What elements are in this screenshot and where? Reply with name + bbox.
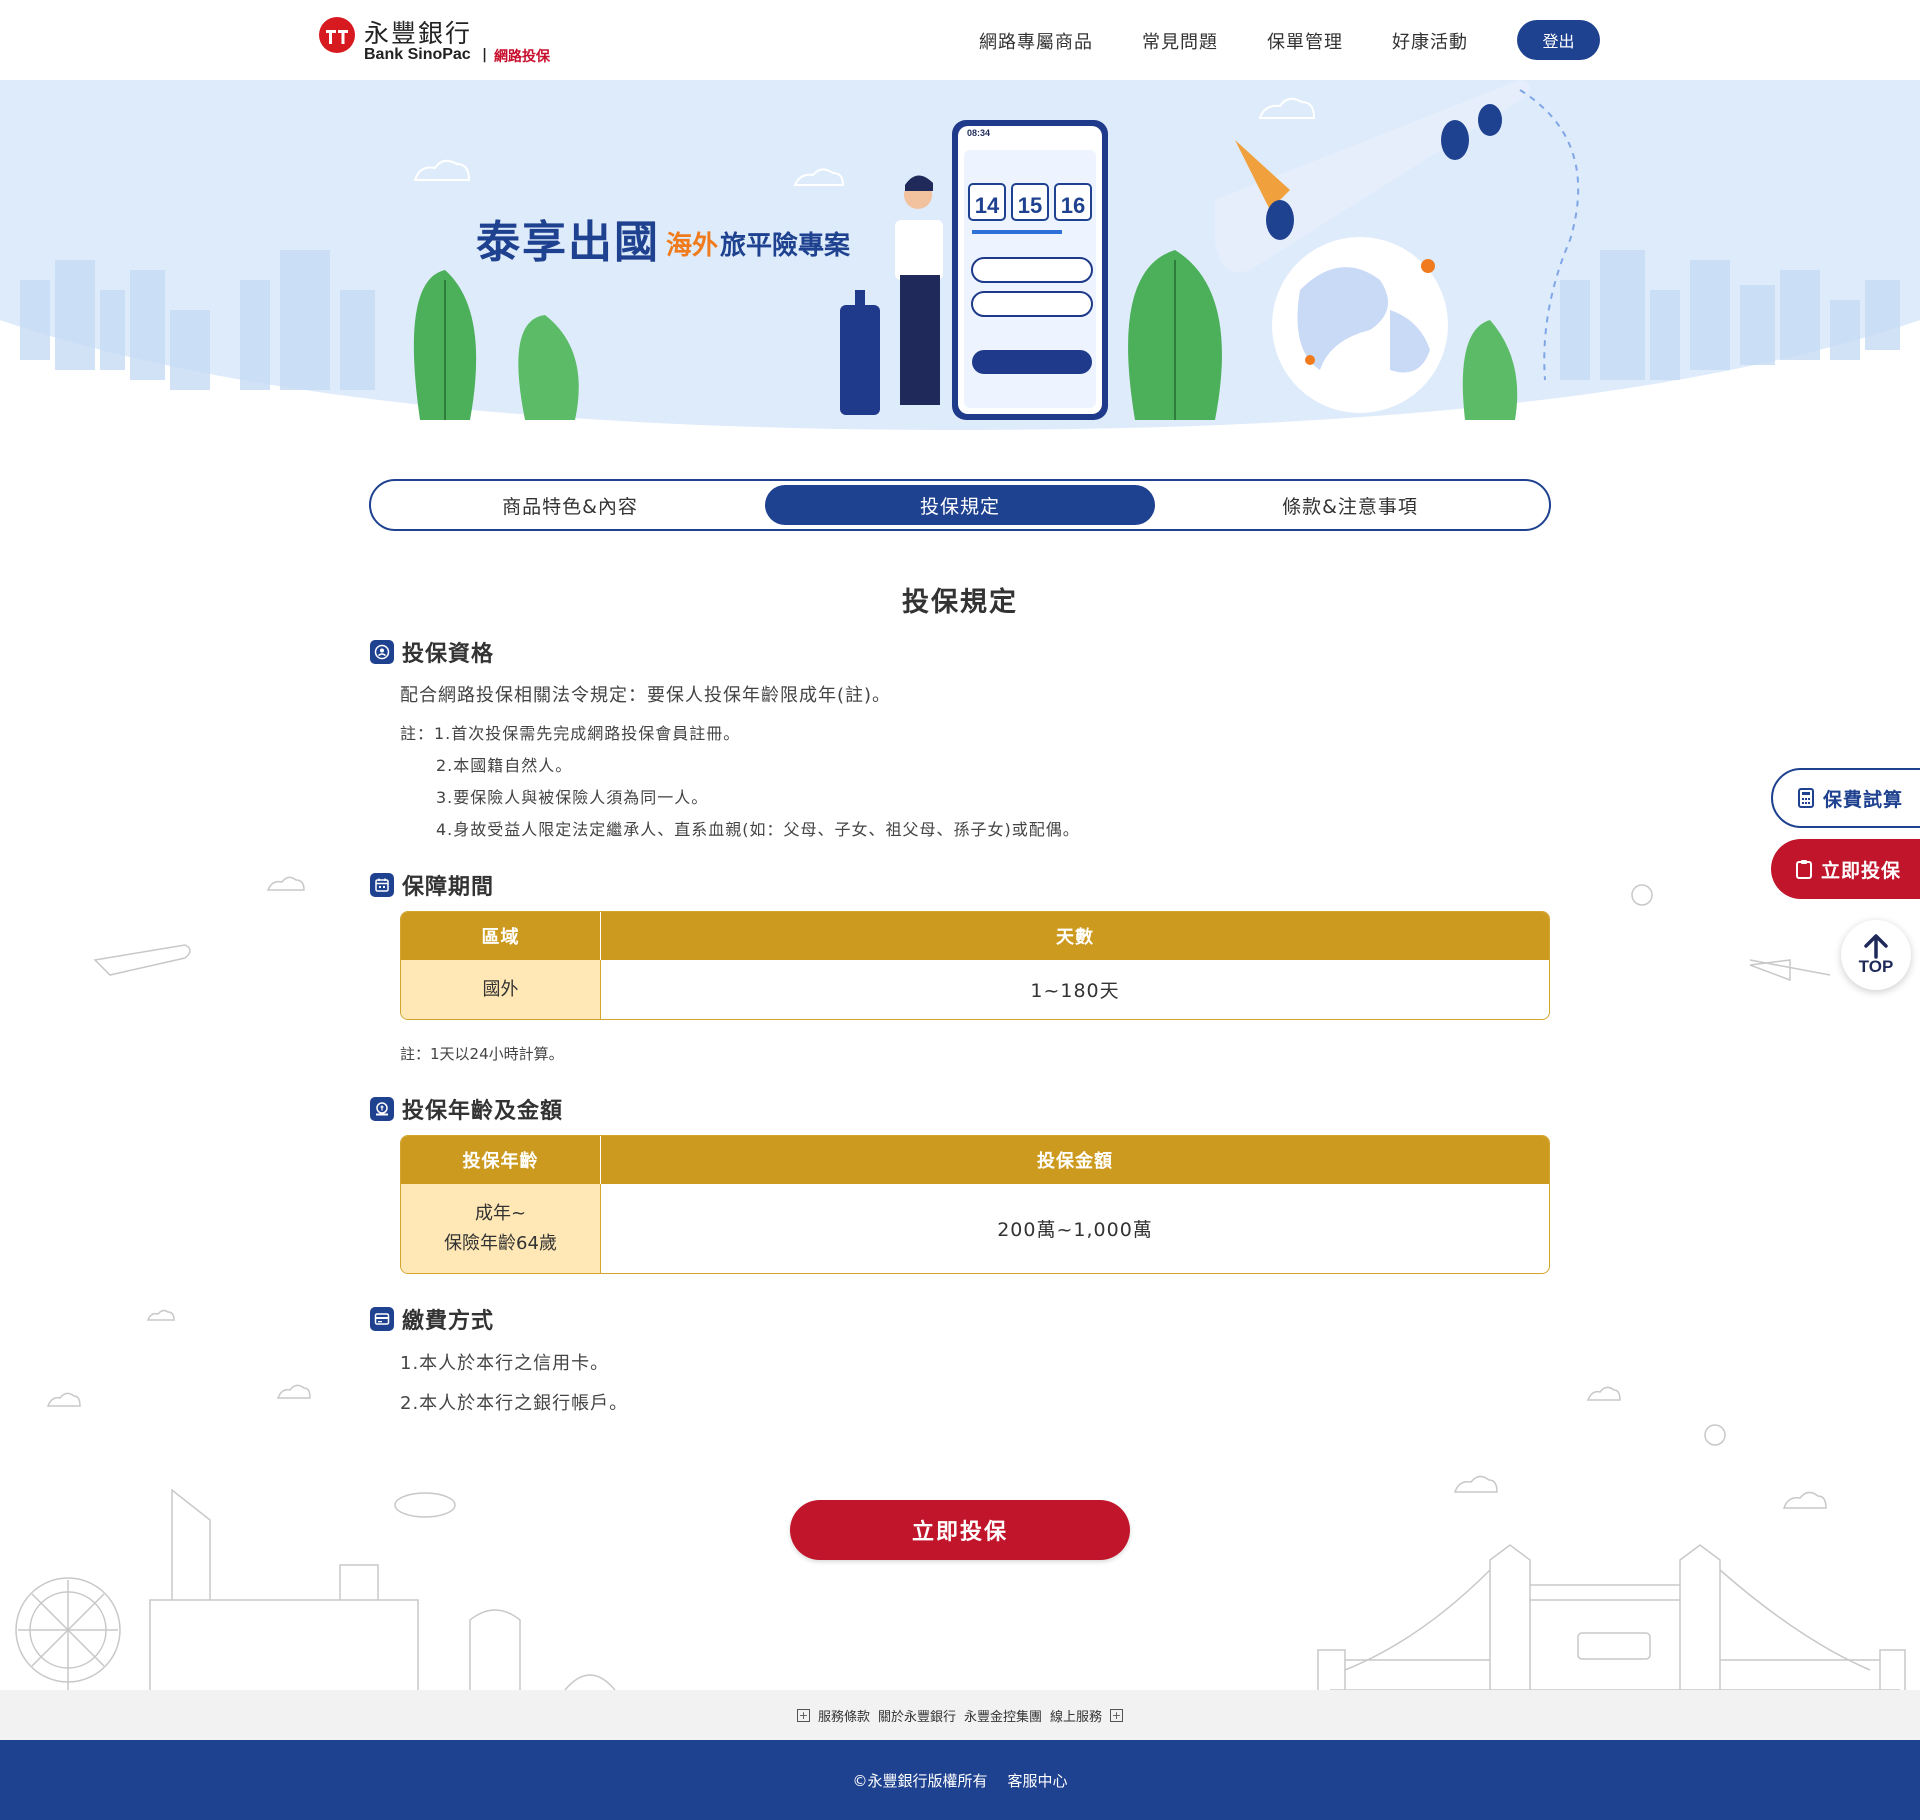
section-eligibility-header: 投保資格	[370, 638, 495, 667]
table-cell-age: 成年~ 保險年齡64歲	[401, 1184, 601, 1273]
logout-button[interactable]: 登出	[1517, 20, 1600, 60]
top-label: TOP	[1858, 957, 1894, 976]
eligibility-note: 3.要保險人與被保險人須為同一人。	[436, 788, 709, 807]
nav-online-products[interactable]: 網路專屬商品	[979, 28, 1093, 54]
section-period-header: 保障期間	[370, 871, 495, 900]
eligibility-note: 註：1.首次投保需先完成網路投保會員註冊。	[400, 724, 741, 743]
table-row: 成年~ 保險年齡64歲 200萬~1,000萬	[401, 1184, 1549, 1273]
person-icon	[370, 640, 394, 664]
calendar-day: 15	[1017, 193, 1043, 218]
age-line: 保險年齡64歲	[444, 1232, 557, 1254]
phone-time: 08:34	[967, 128, 991, 138]
premium-calculator-button[interactable]: 保費試算	[1771, 768, 1920, 828]
coverage-period-table: 區域 天數 國外 1~180天	[400, 911, 1550, 1020]
table-header-cell: 投保年齡	[401, 1136, 601, 1184]
table-header-cell: 區域	[401, 912, 601, 960]
side-apply-button[interactable]: 立即投保	[1771, 839, 1920, 899]
footer-link-online-service[interactable]: 線上服務	[1050, 1706, 1102, 1725]
footer-links: + 服務條款 關於永豐銀行 永豐金控集團 線上服務 +	[0, 1690, 1920, 1740]
tab-rules[interactable]: 投保規定	[765, 485, 1155, 525]
nav-faq[interactable]: 常見問題	[1142, 28, 1218, 54]
payment-method-item: 2.本人於本行之銀行帳戶。	[400, 1393, 629, 1414]
clipboard-icon	[1796, 860, 1812, 879]
period-note: 註：1天以24小時計算。	[400, 1045, 564, 1063]
table-header-row: 區域 天數	[401, 912, 1549, 960]
side-button-label: 立即投保	[1821, 859, 1902, 882]
site-header: 永豐銀行 Bank SinoPac | 網路投保 網路專屬商品 常見問題 保單管…	[0, 0, 1920, 80]
calendar-day: 16	[1060, 193, 1086, 218]
copyright-text: ©永豐銀行版權所有	[852, 1771, 988, 1790]
eligibility-note: 4.身故受益人限定法定繼承人、直系血親(如：父母、子女、祖父母、孫子女)或配偶。	[436, 820, 1080, 839]
expand-plus-icon[interactable]: +	[796, 1708, 810, 1722]
logo-subtitle: 網路投保	[494, 49, 550, 65]
hero-illustration	[0, 80, 1920, 432]
section-title: 保障期間	[402, 875, 495, 900]
back-to-top-button[interactable]: TOP	[1841, 920, 1911, 990]
table-row: 國外 1~180天	[401, 960, 1549, 1019]
apply-now-button[interactable]: 立即投保	[790, 1500, 1130, 1560]
hero-subtitle-overseas: 海外	[666, 231, 719, 261]
nav-promotions[interactable]: 好康活動	[1392, 28, 1468, 54]
table-cell-region: 國外	[401, 960, 601, 1019]
hero-subtitle-plan: 旅平險專案	[720, 231, 851, 261]
side-button-label: 保費試算	[1823, 788, 1904, 811]
table-header-row: 投保年齡 投保金額	[401, 1136, 1549, 1184]
age-amount-table: 投保年齡 投保金額 成年~ 保險年齡64歲 200萬~1,000萬	[400, 1135, 1550, 1274]
arrow-up-icon	[1864, 934, 1888, 959]
age-line: 成年~	[474, 1202, 527, 1224]
footer-link-about[interactable]: 關於永豐銀行	[878, 1706, 956, 1725]
logo-chinese-name: 永豐銀行	[364, 19, 473, 48]
table-cell-days: 1~180天	[1030, 980, 1120, 1002]
calculator-icon	[1798, 788, 1814, 808]
logo-separator: |	[482, 47, 488, 63]
tab-terms[interactable]: 條款&注意事項	[1155, 485, 1545, 525]
expand-plus-icon[interactable]: +	[1110, 1708, 1124, 1722]
sinopac-logo-icon	[319, 17, 355, 53]
footer-link-terms[interactable]: 服務條款	[818, 1706, 870, 1725]
section-title: 繳費方式	[402, 1309, 495, 1334]
section-payment-header: 繳費方式	[370, 1305, 495, 1334]
payment-method-item: 1.本人於本行之信用卡。	[400, 1353, 610, 1374]
customer-service-link[interactable]: 客服中心	[1008, 1770, 1068, 1791]
section-title: 投保資格	[402, 642, 495, 667]
calendar-day: 14	[974, 193, 1000, 218]
money-icon	[370, 1097, 394, 1121]
bank-logo[interactable]: 永豐銀行 Bank SinoPac | 網路投保	[318, 14, 558, 66]
hero-banner: 泰享出國 海外 旅平險專案 08:34 14 15 16	[0, 80, 1920, 432]
page-title: 投保規定	[902, 587, 1018, 618]
section-tabs: 商品特色&內容 投保規定 條款&注意事項	[369, 479, 1551, 531]
section-title: 投保年齡及金額	[402, 1099, 564, 1124]
eligibility-main-text: 配合網路投保相關法令規定：要保人投保年齡限成年(註)。	[400, 685, 892, 706]
table-header-cell: 天數	[601, 912, 1549, 960]
card-icon	[370, 1307, 394, 1331]
hero-title: 泰享出國	[476, 217, 660, 268]
section-amount-header: 投保年齡及金額	[370, 1095, 564, 1124]
tab-features[interactable]: 商品特色&內容	[375, 485, 765, 525]
table-cell-amount: 200萬~1,000萬	[997, 1219, 1153, 1241]
eligibility-note: 2.本國籍自然人。	[436, 756, 573, 775]
logo-english-name: Bank SinoPac	[364, 46, 471, 63]
table-header-cell: 投保金額	[601, 1136, 1549, 1184]
calendar-icon	[370, 873, 394, 897]
footer-link-group[interactable]: 永豐金控集團	[964, 1706, 1042, 1725]
nav-policy-management[interactable]: 保單管理	[1267, 28, 1343, 54]
footer-bar: ©永豐銀行版權所有 客服中心	[0, 1740, 1920, 1820]
